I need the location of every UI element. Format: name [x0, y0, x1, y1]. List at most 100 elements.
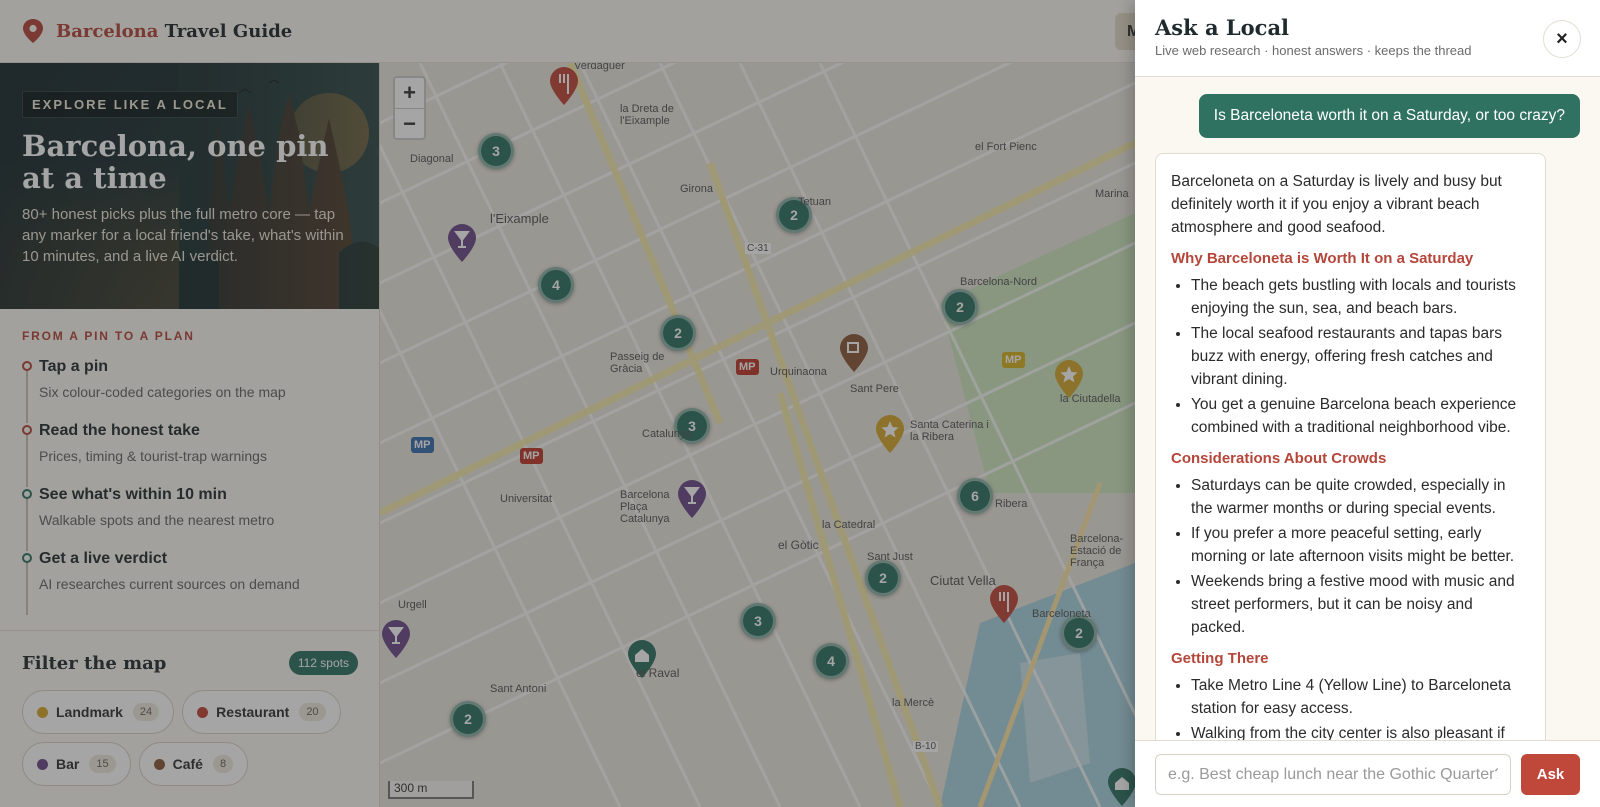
step-subtitle: Prices, timing & tourist-trap warnings [39, 448, 267, 464]
ask-a-local-panel: Ask a Local Live web research · honest a… [1135, 0, 1600, 807]
step-item: Get a live verdict AI researches current… [22, 549, 357, 615]
road-label: C-31 [745, 243, 771, 254]
chip-landmark[interactable]: Landmark 24 [22, 690, 175, 734]
answer-bullet: Weekends bring a festive mood with music… [1191, 570, 1531, 639]
map-label: la Dreta de l'Eixample [620, 103, 674, 127]
map-cluster[interactable]: 4 [813, 643, 849, 679]
map-label: Santa Caterina i la Ribera [910, 419, 989, 443]
ask-button[interactable]: Ask [1521, 754, 1580, 795]
restaurant-color-dot [197, 706, 209, 718]
home-pin-icon[interactable] [1106, 767, 1135, 807]
map-cluster[interactable]: 3 [740, 603, 776, 639]
zoom-in-button[interactable]: + [395, 78, 424, 108]
step-title: Read the honest take [39, 422, 200, 439]
category-chips: Landmark 24 Restaurant 20 Bar 15 Café 8 [22, 690, 358, 786]
street-map[interactable] [380, 63, 1135, 807]
step-item: See what's within 10 min Walkable spots … [22, 485, 357, 551]
top-bar: Barcelona Travel Guide [0, 0, 1135, 63]
chip-cafe[interactable]: Café 8 [138, 742, 249, 786]
steps-section: FROM A PIN TO A PLAN Tap a pin Six colou… [0, 309, 379, 615]
zoom-control: + − [393, 76, 426, 140]
map-label: la Ciutadella [1060, 393, 1121, 405]
map-label: la Catedral [822, 519, 876, 531]
restaurant-pin-icon[interactable] [988, 584, 1020, 624]
map-cluster[interactable]: 6 [957, 478, 993, 514]
answer-bullet: Walking from the city center is also ple… [1191, 722, 1531, 740]
hero-tag: EXPLORE LIKE A LOCAL [22, 91, 238, 118]
map-label: Diagonal [410, 153, 454, 165]
metro-icon[interactable]: MP [736, 359, 759, 375]
step-subtitle: AI researches current sources on demand [39, 576, 300, 592]
landmark-color-dot [37, 706, 48, 718]
chip-label: Restaurant [216, 704, 290, 720]
left-sidebar: EXPLORE LIKE A LOCAL Barcelona, one pin … [0, 63, 380, 807]
map-label: la Mercè [892, 697, 935, 709]
step-subtitle: Six colour-coded categories on the map [39, 384, 286, 400]
answer-bullet: The beach gets bustling with locals and … [1191, 274, 1531, 320]
spots-count-badge: 112 spots [288, 651, 358, 675]
brand-accent: Barcelona [56, 20, 159, 42]
cafe-pin-icon[interactable] [838, 333, 870, 373]
step-title: See what's within 10 min [39, 486, 227, 503]
road-label: B-10 [913, 741, 939, 752]
map-label: Barceloneta [1032, 608, 1091, 620]
map-cluster[interactable]: 4 [538, 267, 574, 303]
filter-title: Filter the map [22, 652, 167, 674]
map-label: el Gòtic [778, 538, 819, 552]
answer-intro: Barceloneta on a Saturday is lively and … [1171, 173, 1502, 236]
map-label: Barcelona-Estació de França [1070, 533, 1124, 569]
steps-heading: FROM A PIN TO A PLAN [22, 329, 195, 343]
step-item: Read the honest take Prices, timing & to… [22, 421, 357, 487]
hero-title: Barcelona, one pin at a time [22, 129, 329, 195]
answer-heading: Why Barceloneta is Worth It on a Saturda… [1171, 250, 1474, 267]
metro-icon[interactable]: MP [520, 448, 543, 464]
metro-icon[interactable]: MP [411, 437, 434, 453]
zoom-out-button[interactable]: − [395, 108, 424, 138]
location-pin-icon [23, 19, 43, 43]
map-cluster[interactable]: 2 [1061, 615, 1097, 651]
map-label: Tetuan [798, 196, 832, 208]
map-cluster[interactable]: 3 [478, 133, 514, 169]
step-title: Get a live verdict [39, 550, 168, 567]
map-cluster[interactable]: 2 [942, 289, 978, 325]
answer-bullet: The local seafood restaurants and tapas … [1191, 322, 1531, 391]
chip-label: Bar [56, 756, 80, 772]
hero-description: 80+ honest picks plus the full metro cor… [22, 206, 344, 265]
step-dot-icon [22, 489, 32, 499]
map-label: l'Eixample [490, 211, 549, 226]
map-label: Universitat [500, 493, 552, 505]
metro-icon[interactable]: MP [1002, 352, 1025, 368]
hero-banner: EXPLORE LIKE A LOCAL Barcelona, one pin … [0, 63, 379, 309]
bar-pin-icon[interactable] [446, 223, 478, 263]
chip-count: 24 [132, 703, 160, 721]
user-message: Is Barceloneta worth it on a Saturday, o… [1198, 94, 1580, 138]
chip-count: 8 [212, 755, 234, 773]
answer-heading: Getting There [1171, 650, 1269, 667]
map-cluster[interactable]: 2 [660, 315, 696, 351]
chip-bar[interactable]: Bar 15 [22, 742, 131, 786]
question-input[interactable] [1155, 754, 1511, 795]
map-label: Verdaguer [574, 63, 625, 72]
map-scale: 300 m [388, 781, 474, 799]
chat-thread[interactable]: Is Barceloneta worth it on a Saturday, o… [1135, 77, 1600, 740]
answer-heading: Considerations About Crowds [1171, 450, 1387, 467]
map-cluster[interactable]: 2 [450, 701, 486, 737]
landmark-pin-icon[interactable] [874, 414, 906, 454]
bar-pin-icon[interactable] [380, 619, 412, 659]
step-item: Tap a pin Six colour-coded categories on… [22, 357, 357, 423]
map-view[interactable]: + − 3 2 4 2 2 3 6 2 3 4 2 2 MP MP MP MP … [380, 63, 1135, 807]
chip-restaurant[interactable]: Restaurant 20 [182, 690, 341, 734]
bar-color-dot [37, 758, 48, 770]
map-label: Barcelona-Nord [960, 276, 1038, 288]
map-label: Urquinaona [770, 366, 827, 378]
map-label: Sant Pere [850, 383, 899, 395]
restaurant-pin-icon[interactable] [548, 66, 580, 106]
assistant-message: Barceloneta on a Saturday is lively and … [1155, 153, 1546, 740]
answer-bullet: Saturdays can be quite crowded, especial… [1191, 474, 1531, 520]
app-title[interactable]: Barcelona Travel Guide [56, 21, 292, 42]
step-dot-icon [22, 361, 32, 371]
step-dot-icon [22, 425, 32, 435]
map-cluster[interactable]: 2 [865, 560, 901, 596]
step-dot-icon [22, 553, 32, 563]
close-button[interactable]: × [1543, 20, 1581, 58]
